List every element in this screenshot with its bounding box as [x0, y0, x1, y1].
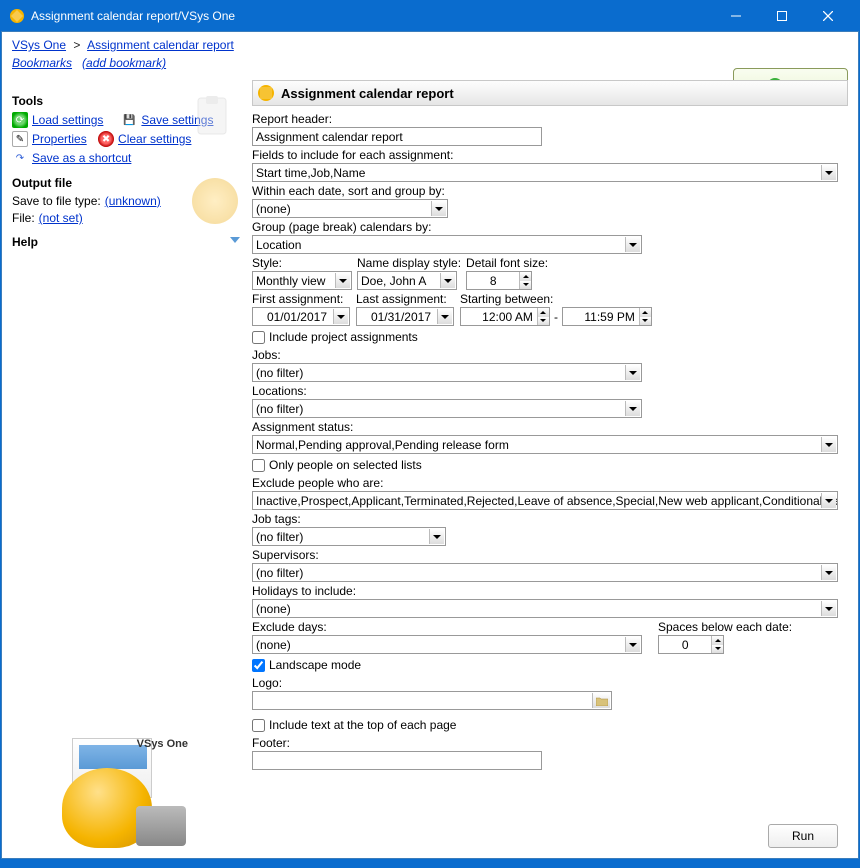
breadcrumb: VSys One > Assignment calendar report: [2, 32, 858, 54]
help-heading: Help: [12, 235, 244, 249]
fields-select[interactable]: Start time,Job,Name: [252, 163, 838, 182]
clear-icon: ✖: [98, 131, 114, 147]
footer-input[interactable]: [252, 751, 542, 770]
properties-icon: ✎: [12, 131, 28, 147]
only-lists-checkbox[interactable]: [252, 459, 265, 472]
bookmarks-bar: Bookmarks (add bookmark): [2, 54, 858, 76]
save-file-type-link[interactable]: (unknown): [105, 194, 161, 208]
breadcrumb-current[interactable]: Assignment calendar report: [87, 38, 234, 52]
main-header: Assignment calendar report: [252, 80, 848, 106]
run-button[interactable]: Run: [768, 824, 838, 848]
close-button[interactable]: [805, 1, 851, 31]
name-display-select[interactable]: Doe, John A: [357, 271, 457, 290]
help-expand-icon[interactable]: [230, 237, 240, 243]
minimize-button[interactable]: [713, 1, 759, 31]
status-select[interactable]: Normal,Pending approval,Pending release …: [252, 435, 838, 454]
app-icon: [9, 8, 25, 24]
landscape-checkbox[interactable]: [252, 659, 265, 672]
load-icon: ⟳: [12, 112, 28, 128]
window-title: Assignment calendar report/VSys One: [31, 9, 713, 23]
time-to-stepper[interactable]: [562, 307, 652, 326]
maximize-button[interactable]: [759, 1, 805, 31]
title-bar: Assignment calendar report/VSys One: [1, 1, 859, 31]
locations-select[interactable]: (no filter): [252, 399, 642, 418]
time-from-stepper[interactable]: [460, 307, 550, 326]
save-shortcut-link[interactable]: Save as a shortcut: [32, 151, 131, 165]
bookmarks-link[interactable]: Bookmarks: [12, 56, 72, 70]
include-text-checkbox[interactable]: [252, 719, 265, 732]
sidebar: Tools ⟳ Load settings 💾 Save settings ✎ …: [12, 80, 244, 858]
save-icon: 💾: [121, 112, 137, 128]
include-project-checkbox[interactable]: [252, 331, 265, 344]
last-assignment-date[interactable]: 01/31/2017: [356, 307, 454, 326]
holidays-select[interactable]: (none): [252, 599, 838, 618]
spaces-stepper[interactable]: [658, 635, 724, 654]
clear-settings-link[interactable]: Clear settings: [118, 132, 191, 146]
load-settings-link[interactable]: Load settings: [32, 113, 103, 127]
sort-group-select[interactable]: (none): [252, 199, 448, 218]
supervisors-select[interactable]: (no filter): [252, 563, 838, 582]
add-bookmark-link[interactable]: (add bookmark): [82, 56, 166, 70]
group-by-select[interactable]: Location: [252, 235, 642, 254]
properties-link[interactable]: Properties: [32, 132, 87, 146]
first-assignment-date[interactable]: 01/01/2017: [252, 307, 350, 326]
file-link[interactable]: (not set): [39, 211, 83, 225]
main-form: Assignment calendar report Report header…: [252, 80, 848, 858]
page-title: Assignment calendar report: [281, 86, 454, 101]
style-select[interactable]: Monthly view: [252, 271, 352, 290]
browse-icon[interactable]: [592, 693, 610, 708]
job-tags-select[interactable]: (no filter): [252, 527, 446, 546]
font-size-stepper[interactable]: [466, 271, 532, 290]
logo-field[interactable]: [252, 691, 612, 710]
exclude-people-select[interactable]: Inactive,Prospect,Applicant,Terminated,R…: [252, 491, 838, 510]
output-heading: Output file: [12, 176, 244, 190]
report-header-input[interactable]: [252, 127, 542, 146]
report-icon: [257, 84, 275, 102]
vsys-logo-image: VSys One: [62, 738, 186, 848]
shortcut-icon: ↷: [12, 150, 28, 166]
tools-heading: Tools: [12, 94, 244, 108]
jobs-select[interactable]: (no filter): [252, 363, 642, 382]
breadcrumb-root[interactable]: VSys One: [12, 38, 66, 52]
exclude-days-select[interactable]: (none): [252, 635, 642, 654]
